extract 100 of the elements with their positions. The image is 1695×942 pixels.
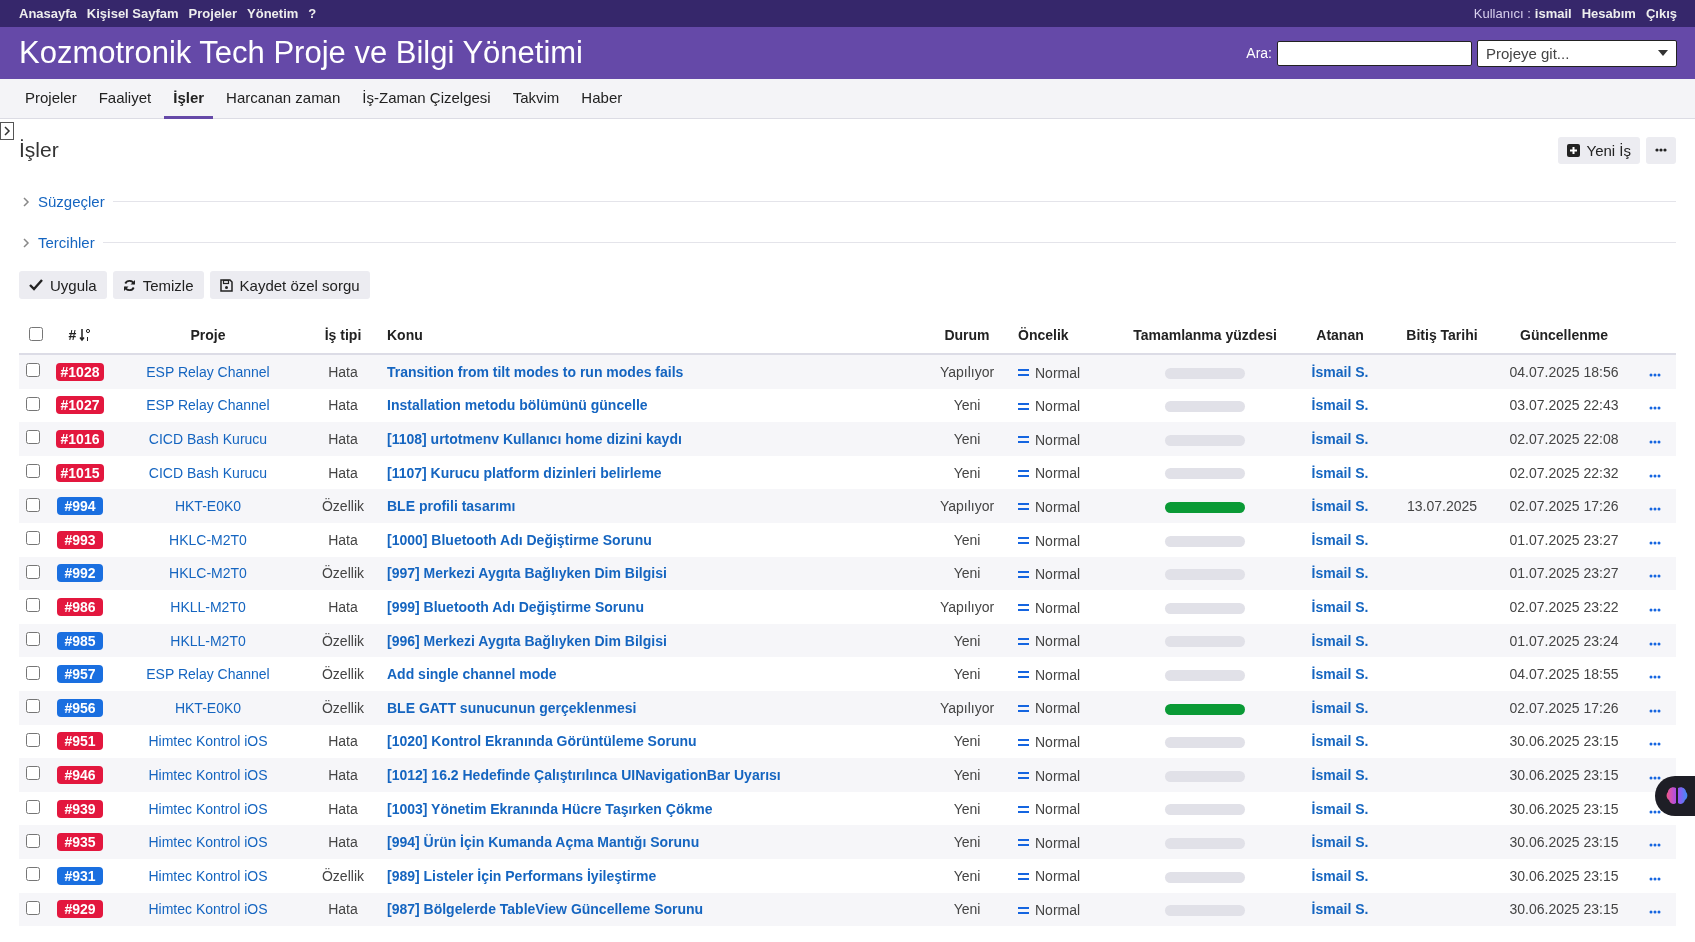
column-header[interactable]: Atanan xyxy=(1316,327,1364,343)
row-checkbox[interactable] xyxy=(26,732,40,747)
row-checkbox[interactable] xyxy=(26,564,40,579)
query-button[interactable]: Temizle xyxy=(112,271,204,299)
sidebar-toggle-icon[interactable] xyxy=(0,122,14,140)
issue-id-badge[interactable]: #929 xyxy=(57,900,103,919)
tab[interactable]: Takvim xyxy=(503,79,569,119)
column-header[interactable]: Öncelik xyxy=(1018,327,1069,343)
tab[interactable]: Faaliyet xyxy=(89,79,161,119)
row-checkbox[interactable] xyxy=(26,598,40,613)
issue-id-badge[interactable]: #946 xyxy=(57,765,103,784)
project-link[interactable]: ESP Relay Channel xyxy=(146,397,270,414)
issue-id-badge[interactable]: #994 xyxy=(57,497,103,516)
row-checkbox[interactable] xyxy=(26,396,40,411)
issue-subject-link[interactable]: [1107] Kurucu platform dizinleri belirleme xyxy=(387,464,662,481)
search-field[interactable] xyxy=(1277,40,1472,66)
row-menu-icon[interactable] xyxy=(1649,540,1661,545)
project-link[interactable]: Himtec Kontrol iOS xyxy=(148,733,268,750)
issue-id-badge[interactable]: #993 xyxy=(57,530,103,549)
row-menu-icon[interactable] xyxy=(1649,843,1661,848)
assignee-link[interactable]: İsmail S. xyxy=(1311,867,1369,884)
row-checkbox[interactable] xyxy=(26,699,40,714)
account-link[interactable]: Hesabım xyxy=(1581,6,1636,21)
assignee-link[interactable]: İsmail S. xyxy=(1311,531,1369,548)
row-menu-icon[interactable] xyxy=(1649,607,1661,612)
top-menu-link[interactable]: Projeler xyxy=(188,6,237,21)
issue-subject-link[interactable]: [1003] Yönetim Ekranında Hücre Taşırken Çökme xyxy=(387,800,713,817)
row-menu-icon[interactable] xyxy=(1649,641,1661,646)
project-link[interactable]: HKLL-M2T0 xyxy=(170,598,246,615)
project-link[interactable]: HKLL-M2T0 xyxy=(170,632,246,649)
issue-id-badge[interactable]: #1015 xyxy=(55,463,105,482)
row-checkbox[interactable] xyxy=(26,497,40,512)
issue-subject-link[interactable]: [1020] Kontrol Ekranında Görüntüleme Sorunu xyxy=(387,733,697,750)
top-menu-link[interactable]: Anasayfa xyxy=(19,6,77,21)
row-menu-icon[interactable] xyxy=(1649,507,1661,512)
column-header[interactable]: Durum xyxy=(944,327,990,343)
row-checkbox[interactable] xyxy=(26,665,40,680)
assignee-link[interactable]: İsmail S. xyxy=(1311,598,1369,615)
project-link[interactable]: Himtec Kontrol iOS xyxy=(148,800,268,817)
user-link[interactable]: ismail xyxy=(1534,6,1572,21)
issue-subject-link[interactable]: Add single channel mode xyxy=(387,666,557,683)
issue-subject-link[interactable]: Installation metodu bölümünü güncelle xyxy=(387,397,648,414)
project-link[interactable]: HKLC-M2T0 xyxy=(169,531,247,548)
issue-id-badge[interactable]: #957 xyxy=(57,665,103,684)
issue-id-badge[interactable]: #985 xyxy=(57,631,103,650)
row-checkbox[interactable] xyxy=(26,531,40,546)
row-menu-icon[interactable] xyxy=(1649,473,1661,478)
row-checkbox[interactable] xyxy=(26,464,40,479)
row-menu-icon[interactable] xyxy=(1649,708,1661,713)
new-issue-button[interactable]: Yeni İş xyxy=(1557,136,1640,164)
row-menu-icon[interactable] xyxy=(1649,809,1661,814)
column-header[interactable]: # xyxy=(68,327,92,343)
column-header[interactable]: İş tipi xyxy=(324,327,362,343)
issue-subject-link[interactable]: [1000] Bluetooth Adı Değiştirme Sorunu xyxy=(387,531,652,548)
project-link[interactable]: ESP Relay Channel xyxy=(146,666,270,683)
account-link[interactable]: Çıkış xyxy=(1645,6,1677,21)
assignee-link[interactable]: İsmail S. xyxy=(1311,666,1369,683)
top-menu-link[interactable]: ? xyxy=(308,6,317,21)
column-header[interactable]: Proje xyxy=(190,327,226,343)
row-checkbox[interactable] xyxy=(26,363,40,378)
assignee-link[interactable]: İsmail S. xyxy=(1311,464,1369,481)
query-button[interactable]: Kaydet özel sorgu xyxy=(209,271,370,299)
issue-id-badge[interactable]: #939 xyxy=(57,799,103,818)
row-menu-icon[interactable] xyxy=(1649,775,1661,780)
section-toggle[interactable]: Süzgeçler xyxy=(19,193,105,210)
tab[interactable]: Haber xyxy=(572,79,632,119)
issue-id-badge[interactable]: #935 xyxy=(57,833,103,852)
more-button[interactable] xyxy=(1646,136,1676,164)
top-menu-link[interactable]: Yönetim xyxy=(247,6,299,21)
issue-subject-link[interactable]: BLE profili tasarımı xyxy=(387,498,516,515)
assignee-link[interactable]: İsmail S. xyxy=(1311,800,1369,817)
project-link[interactable]: HKT-E0K0 xyxy=(174,699,242,716)
tab[interactable]: Harcanan zaman xyxy=(217,79,350,119)
query-button[interactable]: Uygula xyxy=(19,271,107,299)
project-link[interactable]: Himtec Kontrol iOS xyxy=(148,867,268,884)
column-header[interactable]: Güncellenme xyxy=(1520,327,1608,343)
row-menu-icon[interactable] xyxy=(1649,406,1661,411)
column-header[interactable]: Tamamlanma yüzdesi xyxy=(1133,327,1277,343)
row-menu-icon[interactable] xyxy=(1649,574,1661,579)
row-menu-icon[interactable] xyxy=(1649,675,1661,680)
row-checkbox[interactable] xyxy=(26,900,40,915)
row-menu-icon[interactable] xyxy=(1649,910,1661,915)
project-jump-dropdown[interactable]: Projeye git... xyxy=(1477,39,1677,67)
row-checkbox[interactable] xyxy=(26,632,40,647)
issue-id-badge[interactable]: #992 xyxy=(57,564,103,583)
row-menu-icon[interactable] xyxy=(1649,742,1661,747)
tab[interactable]: İş-Zaman Çizelgesi xyxy=(353,79,500,119)
row-checkbox[interactable] xyxy=(26,867,40,882)
tab[interactable]: İşler xyxy=(164,79,214,119)
row-checkbox[interactable] xyxy=(26,766,40,781)
issue-id-badge[interactable]: #1027 xyxy=(55,396,105,415)
column-header[interactable]: Konu xyxy=(387,327,423,343)
row-checkbox[interactable] xyxy=(26,430,40,445)
assignee-link[interactable]: İsmail S. xyxy=(1311,397,1369,414)
row-checkbox[interactable] xyxy=(26,833,40,848)
assistant-button[interactable] xyxy=(1655,776,1695,816)
top-menu-link[interactable]: Kişisel Sayfam xyxy=(86,6,179,21)
project-link[interactable]: HKT-E0K0 xyxy=(174,498,242,515)
section-toggle[interactable]: Tercihler xyxy=(19,234,95,251)
issue-id-badge[interactable]: #956 xyxy=(57,698,103,717)
